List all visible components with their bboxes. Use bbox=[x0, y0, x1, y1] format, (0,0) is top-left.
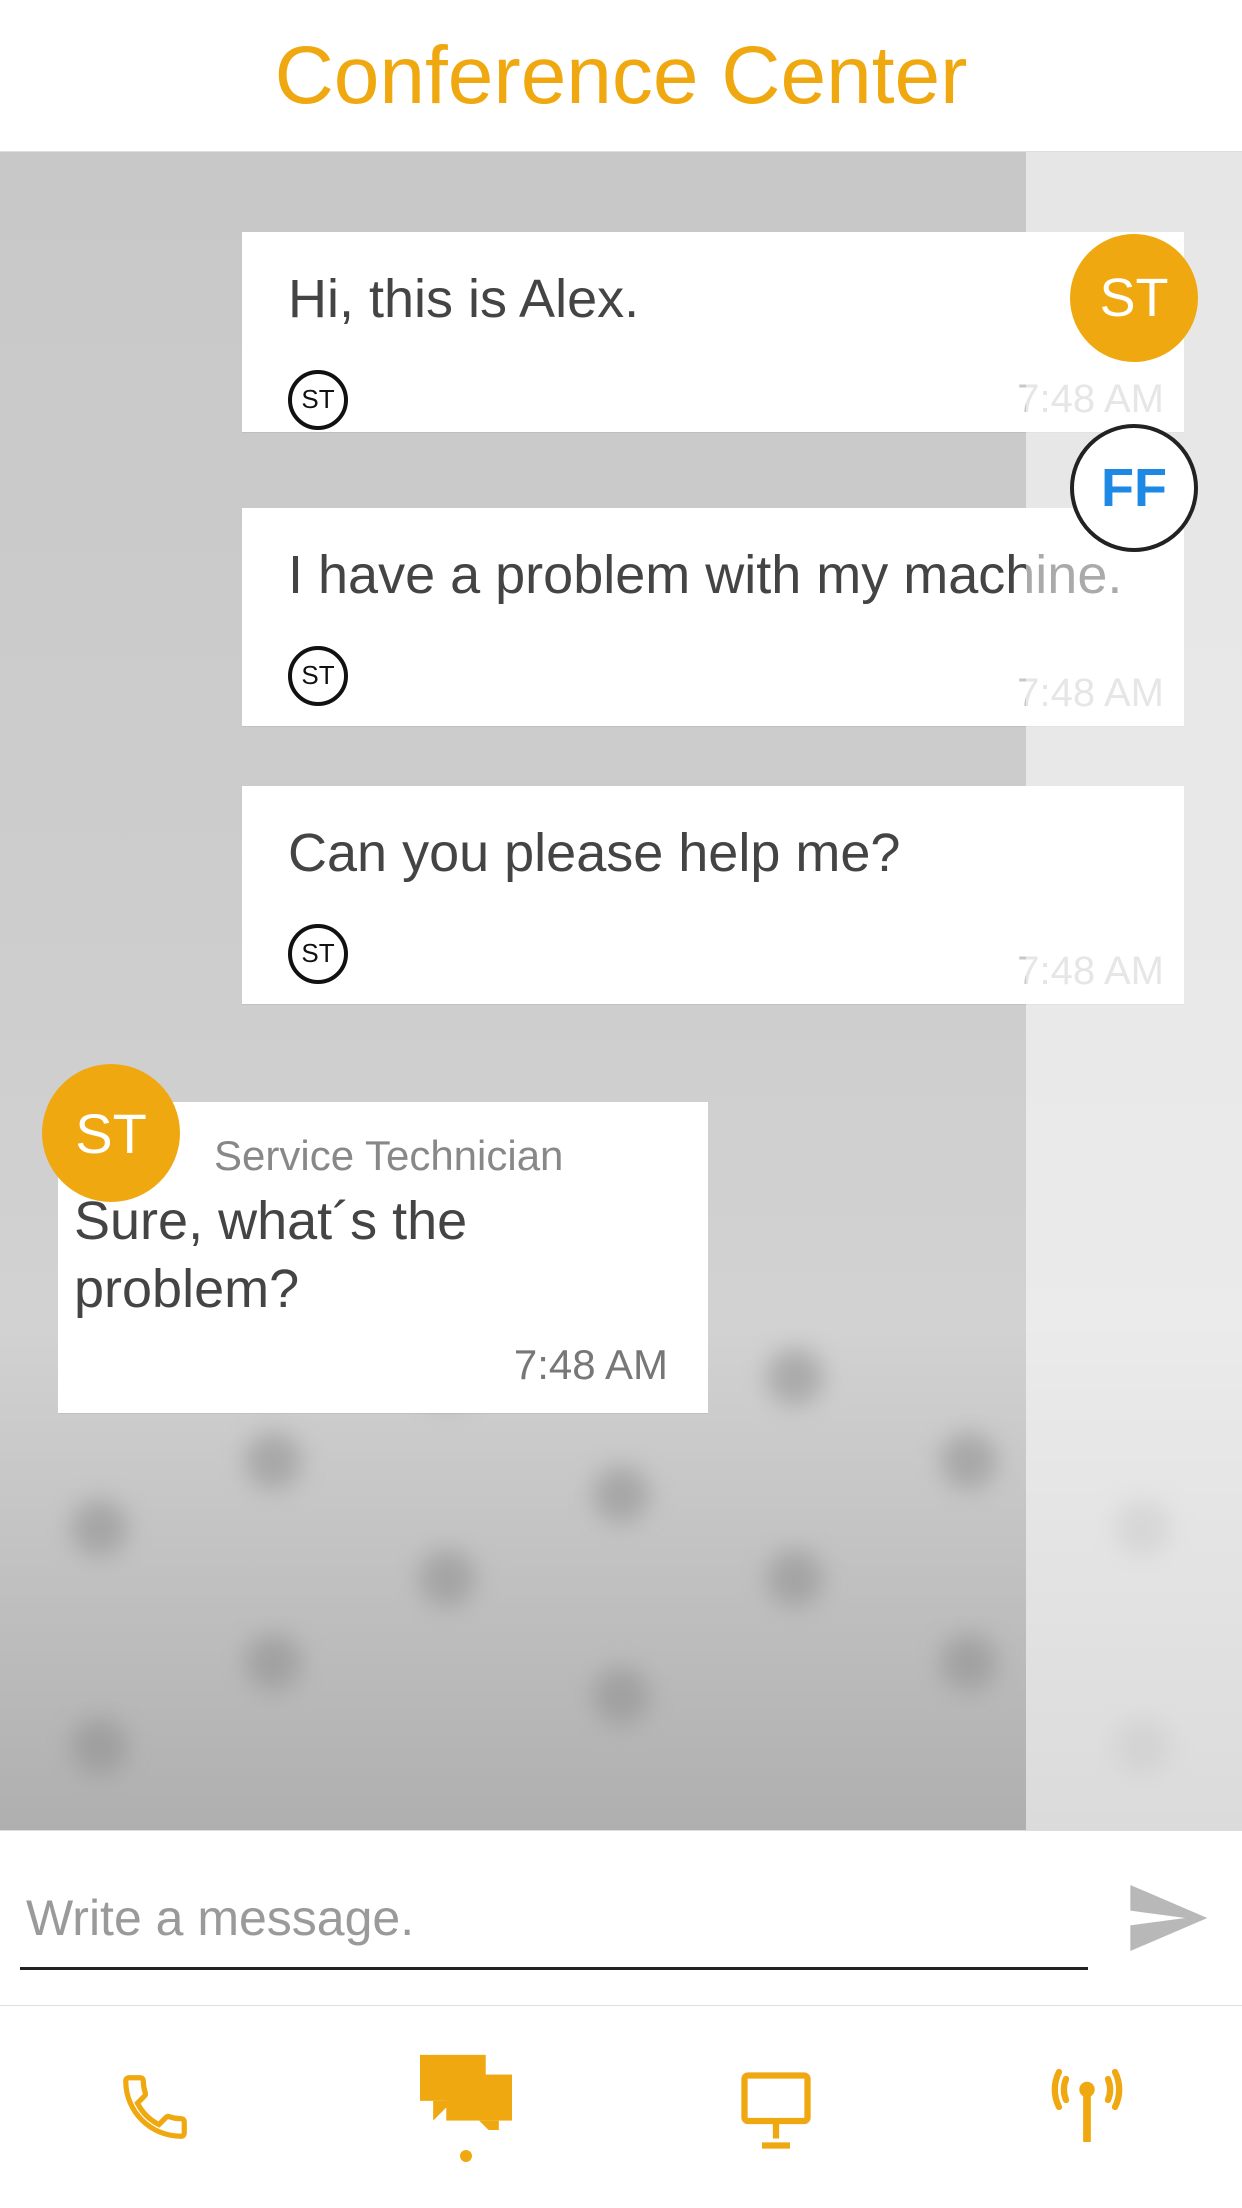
message-input[interactable] bbox=[20, 1867, 1088, 1970]
read-by-badge: ST bbox=[288, 370, 348, 430]
participants-panel: ST FF bbox=[1026, 152, 1242, 1830]
chat-icon bbox=[420, 2052, 512, 2130]
send-icon bbox=[1123, 1874, 1211, 1962]
phone-icon bbox=[116, 2068, 194, 2146]
message-text: I have a problem with my machine. bbox=[288, 542, 1138, 610]
nav-phone[interactable] bbox=[0, 2006, 311, 2208]
presentation-icon bbox=[734, 2065, 818, 2149]
message-text: Hi, this is Alex. bbox=[288, 266, 1138, 334]
send-button[interactable] bbox=[1112, 1863, 1222, 1973]
bottom-nav bbox=[0, 2006, 1242, 2208]
read-by-badge: ST bbox=[288, 646, 348, 706]
broadcast-icon bbox=[1045, 2065, 1129, 2149]
message-text: Can you please help me? bbox=[288, 820, 1138, 888]
message-time: 7:48 AM bbox=[74, 1341, 668, 1389]
header: Conference Center bbox=[0, 0, 1242, 152]
nav-presentation[interactable] bbox=[621, 2006, 932, 2208]
participant-avatar[interactable]: FF bbox=[1070, 424, 1198, 552]
active-indicator bbox=[460, 2150, 472, 2162]
sender-name: Service Technician bbox=[214, 1132, 668, 1180]
nav-broadcast[interactable] bbox=[932, 2006, 1242, 2208]
participant-avatar[interactable]: ST bbox=[1070, 234, 1198, 362]
chat-area[interactable]: STFF Hi, this is Alex.ST7:48 AMI have a … bbox=[0, 152, 1242, 1830]
message-input-bar bbox=[0, 1830, 1242, 2006]
read-by-badge: ST bbox=[288, 924, 348, 984]
nav-chat[interactable] bbox=[311, 2006, 622, 2208]
message-text: Sure, what´s the problem? bbox=[74, 1188, 668, 1323]
sender-avatar[interactable]: ST bbox=[42, 1064, 180, 1202]
page-title: Conference Center bbox=[275, 29, 968, 123]
